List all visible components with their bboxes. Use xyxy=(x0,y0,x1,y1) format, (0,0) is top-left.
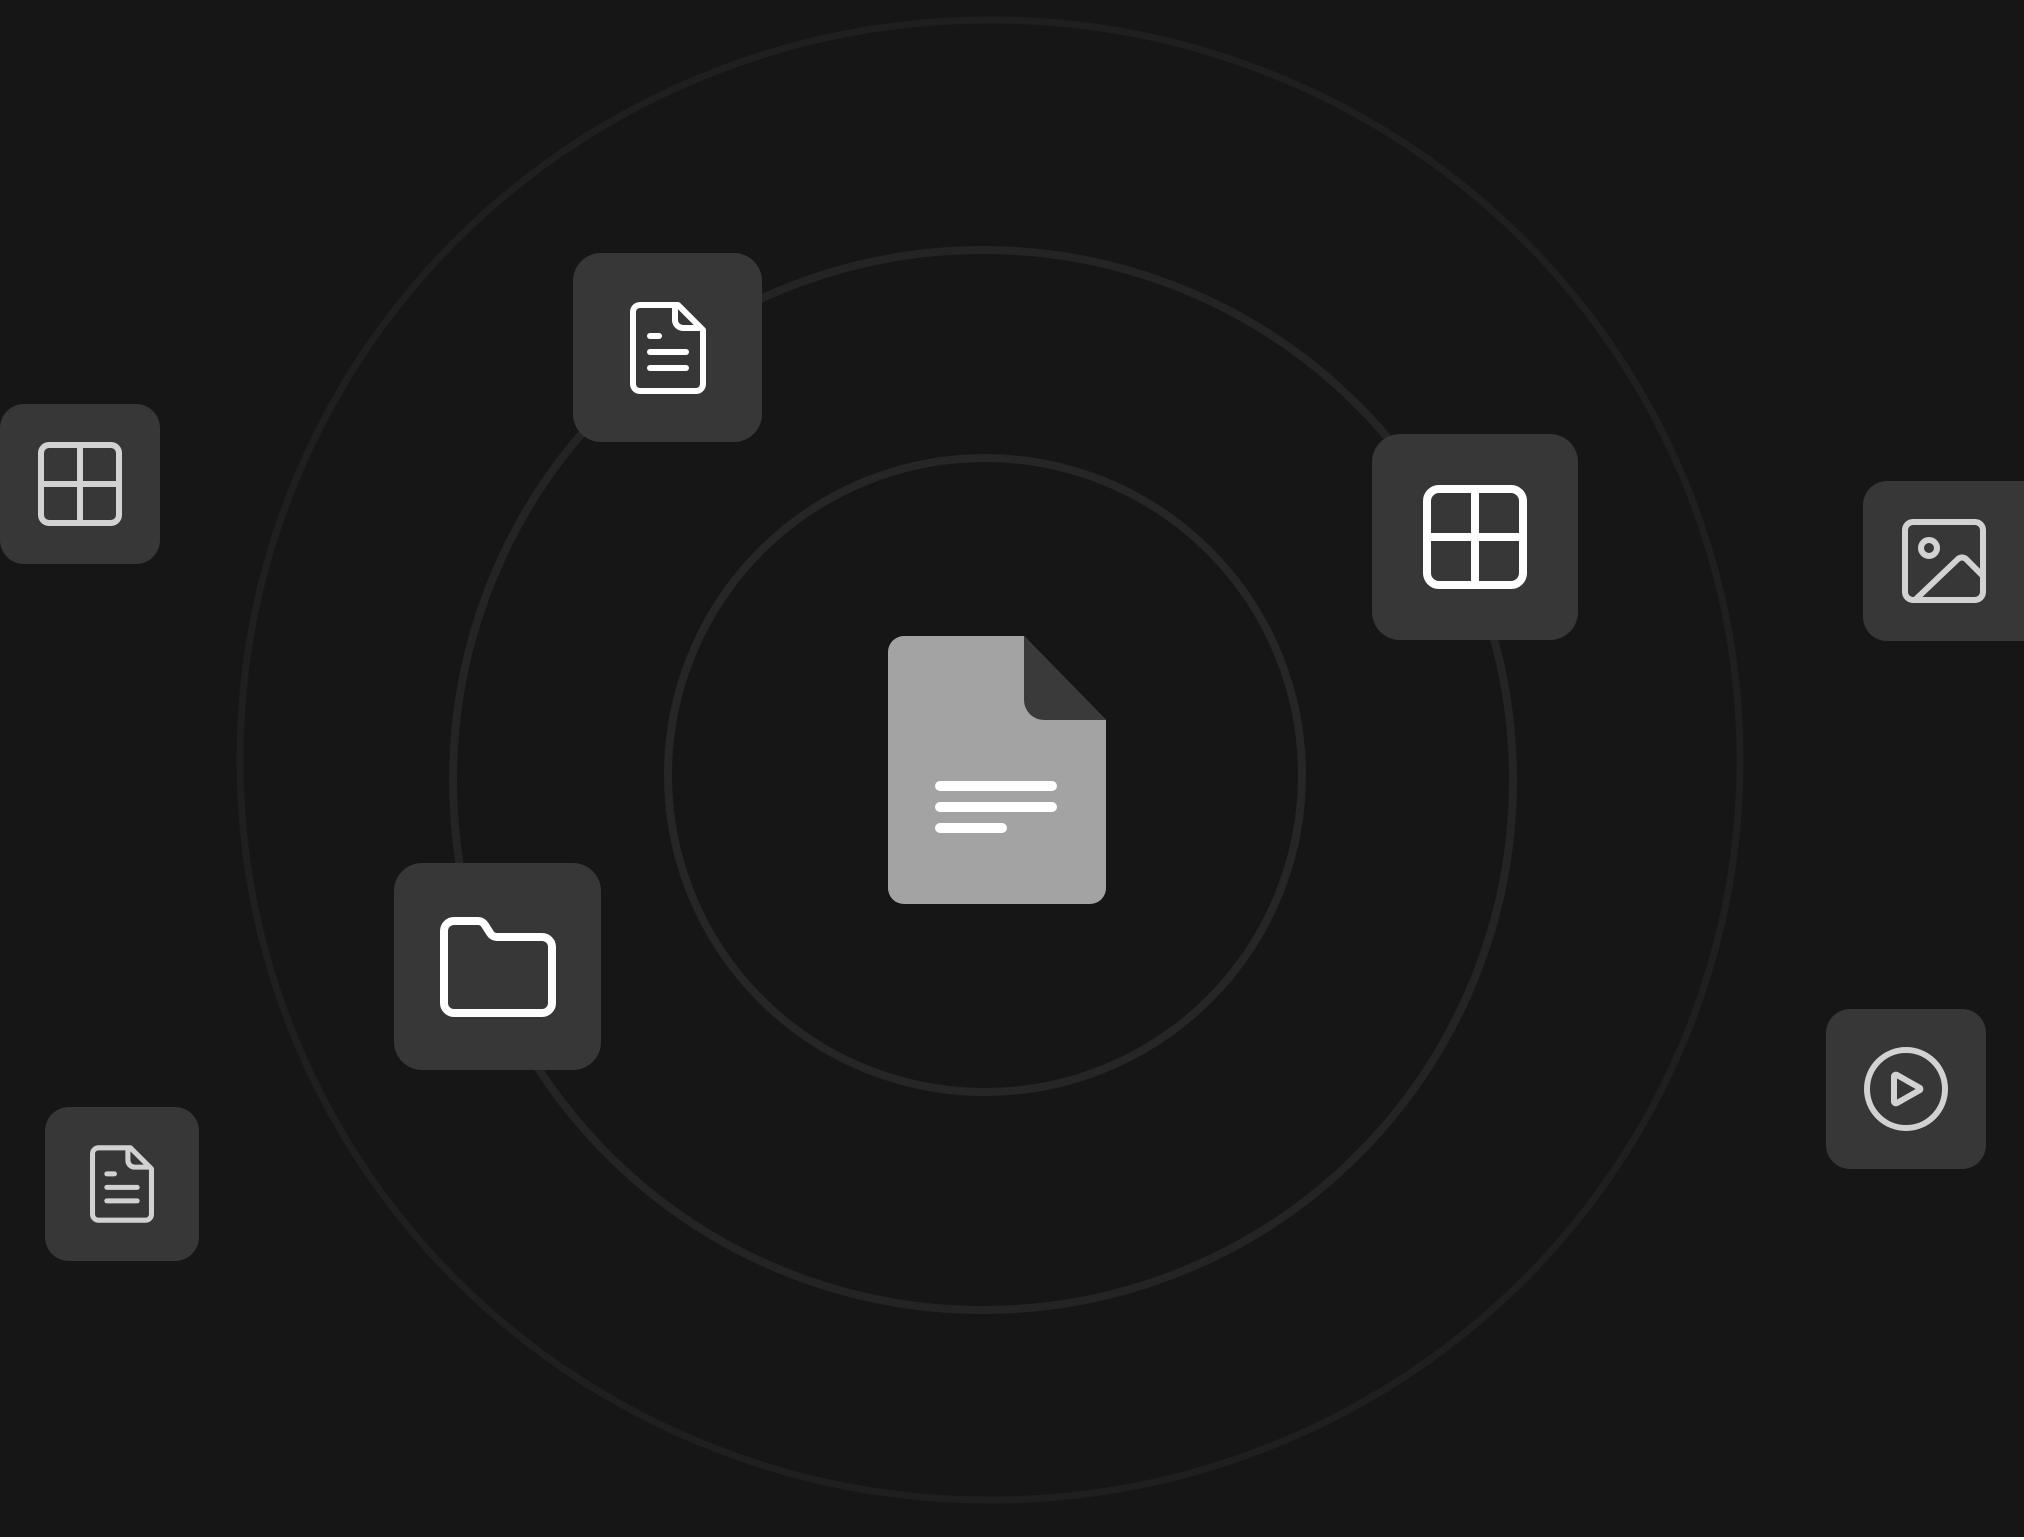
document-tile-bottom-left[interactable] xyxy=(45,1107,199,1261)
image-icon xyxy=(1901,519,1986,603)
document-icon xyxy=(90,1145,154,1223)
play-tile[interactable] xyxy=(1826,1009,1986,1169)
illustration-canvas xyxy=(0,0,2024,1540)
table-tile-left[interactable] xyxy=(0,404,160,564)
table-icon xyxy=(38,442,122,526)
document-icon xyxy=(888,636,1106,904)
folder-tile[interactable] xyxy=(394,863,601,1070)
play-icon xyxy=(1864,1047,1948,1131)
image-tile[interactable] xyxy=(1863,481,2024,641)
table-icon xyxy=(1423,485,1527,589)
document-tile-top[interactable] xyxy=(573,253,762,442)
table-tile-right[interactable] xyxy=(1372,434,1578,640)
folder-icon xyxy=(439,916,556,1017)
document-icon xyxy=(629,301,706,394)
